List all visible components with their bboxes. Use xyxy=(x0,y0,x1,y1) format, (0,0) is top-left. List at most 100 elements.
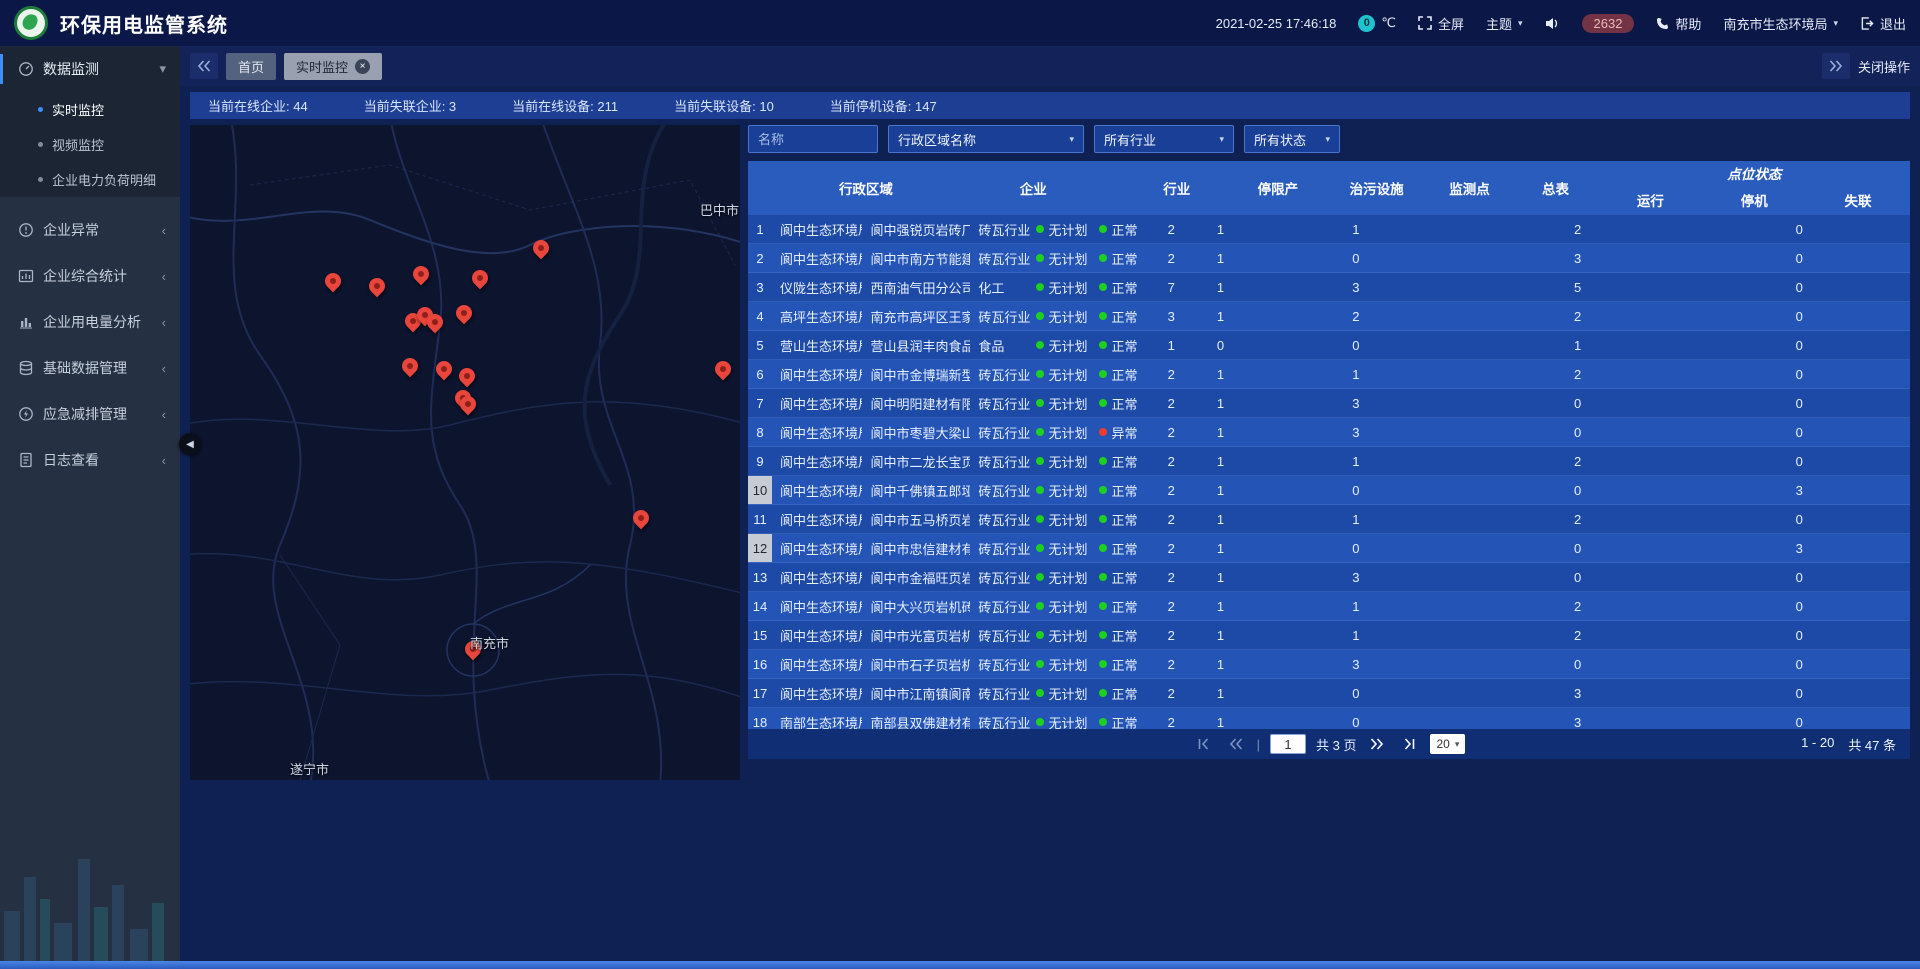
next-page-button[interactable] xyxy=(1366,734,1388,754)
cell-limit-status: 无计划 xyxy=(1034,447,1090,475)
cell-industry: 食品 xyxy=(970,331,1033,359)
cell-lost: 0 xyxy=(1688,418,1910,446)
cell-industry: 砖瓦行业 xyxy=(970,418,1033,446)
table-row[interactable]: 18南部生态环境局南部县双佛建材有限公砖瓦行业无计划正常21030 xyxy=(748,708,1910,729)
table-row[interactable]: 6阆中生态环境局阆中市金博瑞新型墙材砖瓦行业无计划正常21120 xyxy=(748,360,1910,389)
table-row[interactable]: 4高坪生态环境局南充市高坪区王家店建砖瓦行业无计划正常31220 xyxy=(748,302,1910,331)
sidebar-item-company-abnormal[interactable]: 企业异常 ‹ xyxy=(0,207,180,253)
app-root: 环保用电监管系统 2021-02-25 17:46:18 0 ℃ 全屏 主题 ▾ xyxy=(0,0,1920,969)
cell-lost: 3 xyxy=(1688,476,1910,504)
total-count-label: 共 47 条 xyxy=(1848,735,1896,754)
table-row[interactable]: 2阆中生态环境局阆中市南方节能建材有砖瓦行业无计划正常21030 xyxy=(748,244,1910,273)
help-button[interactable]: 帮助 xyxy=(1656,14,1701,33)
tabs-scroll-left-button[interactable] xyxy=(190,53,218,79)
cell-stop: 2 xyxy=(1467,360,1689,388)
fullscreen-button[interactable]: 全屏 xyxy=(1418,14,1464,33)
tab-realtime-monitoring[interactable]: 实时监控 × xyxy=(284,53,382,80)
cell-region: 阆中生态环境局 xyxy=(772,563,863,591)
cell-index: 14 xyxy=(748,592,772,620)
cell-lost: 0 xyxy=(1688,244,1910,272)
alarm-sound-button[interactable] xyxy=(1545,17,1560,30)
org-dropdown[interactable]: 南充市生态环境局 ▾ xyxy=(1723,14,1838,33)
first-page-button[interactable] xyxy=(1193,734,1215,754)
industry-filter-select[interactable]: 所有行业 ▾ xyxy=(1094,125,1234,153)
cell-points: 3 xyxy=(1147,302,1196,330)
sidebar-item-emergency-management[interactable]: 应急减排管理 ‹ xyxy=(0,391,180,437)
status-dot-icon xyxy=(1099,689,1107,697)
cell-stop: 0 xyxy=(1467,650,1689,678)
table-row[interactable]: 13阆中生态环境局阆中市金福旺页岩机砖砖瓦行业无计划正常21300 xyxy=(748,563,1910,592)
cell-stop: 0 xyxy=(1467,389,1689,417)
cell-meters: 1 xyxy=(1196,447,1245,475)
cell-run: 1 xyxy=(1245,360,1467,388)
alarm-count-badge[interactable]: 2632 xyxy=(1582,14,1635,33)
status-dot-icon xyxy=(1036,544,1044,552)
table-row[interactable]: 9阆中生态环境局阆中市二龙长宝页岩砖砖瓦行业无计划正常21120 xyxy=(748,447,1910,476)
close-operations-button[interactable]: 关闭操作 xyxy=(1858,57,1910,76)
status-dot-icon xyxy=(1036,312,1044,320)
sidebar-item-power-analysis[interactable]: 企业用电量分析 ‹ xyxy=(0,299,180,345)
sidebar-item-log-view[interactable]: 日志查看 ‹ xyxy=(0,437,180,483)
cell-region: 营山生态环境局 xyxy=(772,331,863,359)
table-row[interactable]: 7阆中生态环境局阆中明阳建材有限公司砖瓦行业无计划正常21300 xyxy=(748,389,1910,418)
sidebar-item-power-load-detail[interactable]: 企业电力负荷明细 xyxy=(0,162,180,197)
page-size-select[interactable]: 20 ▾ xyxy=(1430,734,1465,754)
table-row[interactable]: 15阆中生态环境局阆中市光富页岩机砖厂砖瓦行业无计划正常21120 xyxy=(748,621,1910,650)
table-row[interactable]: 11阆中生态环境局阆中市五马桥页岩机砖砖瓦行业无计划正常21120 xyxy=(748,505,1910,534)
sidebar-item-video-monitoring[interactable]: 视频监控 xyxy=(0,127,180,162)
cell-lost: 0 xyxy=(1688,708,1910,729)
temperature-unit: ℃ xyxy=(1381,15,1396,31)
table-row[interactable]: 16阆中生态环境局阆中市石子页岩机砖厂砖瓦行业无计划正常21300 xyxy=(748,650,1910,679)
last-page-button[interactable] xyxy=(1398,734,1420,754)
tab-home[interactable]: 首页 xyxy=(226,53,276,80)
sidebar-item-data-monitoring[interactable]: 数据监测 ▾ xyxy=(0,46,180,92)
cell-index: 18 xyxy=(748,708,772,729)
logout-button[interactable]: 退出 xyxy=(1860,14,1906,33)
table-row[interactable]: 12阆中生态环境局阆中市忠信建材有限公砖瓦行业无计划正常21003 xyxy=(748,534,1910,563)
table-row[interactable]: 5营山生态环境局营山县润丰肉食品有限食品无计划正常10010 xyxy=(748,331,1910,360)
prev-page-button[interactable] xyxy=(1225,734,1247,754)
status-dot-icon xyxy=(1036,689,1044,697)
cell-region: 阆中生态环境局 xyxy=(772,476,863,504)
page-number-input[interactable] xyxy=(1270,734,1306,754)
sidebar-item-base-data[interactable]: 基础数据管理 ‹ xyxy=(0,345,180,391)
tabs-scroll-right-button[interactable] xyxy=(1822,53,1850,79)
cell-lost: 3 xyxy=(1688,534,1910,562)
table-row[interactable]: 3仪陇生态环境局西南油气田分公司川中化工无计划正常71350 xyxy=(748,273,1910,302)
sidebar-subitem-label: 企业电力负荷明细 xyxy=(52,170,156,189)
sidebar-collapse-button[interactable]: ◀ xyxy=(179,433,201,455)
table-row[interactable]: 1阆中生态环境局阆中强锐页岩砖厂砖瓦行业无计划正常21120 xyxy=(748,215,1910,244)
stat-item: 当前失联企业: 3 xyxy=(364,96,456,115)
sidebar-item-label: 基础数据管理 xyxy=(43,358,153,378)
cell-industry: 砖瓦行业 xyxy=(970,534,1033,562)
table-row[interactable]: 10阆中生态环境局阆中千佛镇五郎垭页岩砖瓦行业无计划正常21003 xyxy=(748,476,1910,505)
sidebar-item-realtime-monitoring[interactable]: 实时监控 xyxy=(0,92,180,127)
header-run: 运行 xyxy=(1599,185,1703,215)
status-dot-icon xyxy=(1099,428,1107,436)
cell-limit-status: 无计划 xyxy=(1034,679,1090,707)
close-icon[interactable]: × xyxy=(355,59,370,74)
total-pages-label: 共 3 页 xyxy=(1316,735,1356,754)
status-filter-select[interactable]: 所有状态 ▾ xyxy=(1244,125,1340,153)
name-filter-input[interactable] xyxy=(748,125,878,153)
header-facility: 治污设施 xyxy=(1327,161,1427,215)
cell-run: 3 xyxy=(1245,650,1467,678)
cell-region: 阆中生态环境局 xyxy=(772,592,863,620)
region-filter-select[interactable]: 行政区域名称 ▾ xyxy=(888,125,1084,153)
cell-meters: 1 xyxy=(1196,476,1245,504)
table-row[interactable]: 14阆中生态环境局阆中大兴页岩机砖厂砖瓦行业无计划正常21120 xyxy=(748,592,1910,621)
cell-points: 2 xyxy=(1147,244,1196,272)
range-label: 1 - 20 xyxy=(1801,735,1834,754)
table-row[interactable]: 8阆中生态环境局阆中市枣碧大梁山页岩砖瓦行业无计划异常21300 xyxy=(748,418,1910,447)
cell-limit-status: 无计划 xyxy=(1034,418,1090,446)
cell-company: 南部县双佛建材有限公 xyxy=(862,708,970,729)
cell-lost: 0 xyxy=(1688,592,1910,620)
table-row[interactable]: 17阆中生态环境局阆中市江南镇阆南页岩砖瓦行业无计划正常21030 xyxy=(748,679,1910,708)
cell-region: 阆中生态环境局 xyxy=(772,650,863,678)
cell-company: 阆中市南方节能建材有 xyxy=(862,244,970,272)
cell-company: 南充市高坪区王家店建 xyxy=(862,302,970,330)
theme-dropdown[interactable]: 主题 ▾ xyxy=(1486,14,1523,33)
sidebar-item-company-statistics[interactable]: 企业综合统计 ‹ xyxy=(0,253,180,299)
main-area: 首页 实时监控 × 关闭操作 当前在线企业: 44当前失联企业: 3当前在线设备… xyxy=(180,46,1920,969)
map-panel[interactable]: 巴中市南充市遂宁市 xyxy=(190,125,740,780)
